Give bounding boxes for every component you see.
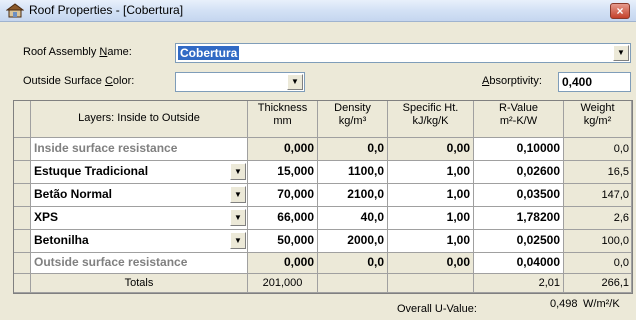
row-header[interactable] bbox=[14, 184, 31, 207]
col-header-specific-heat-unit: kJ/kg/K bbox=[412, 115, 449, 127]
col-header-thickness-title: Thickness bbox=[257, 102, 308, 114]
absorptivity-label: Absorptivity: bbox=[482, 75, 542, 87]
u-value-label: Overall U-Value: bbox=[397, 303, 477, 315]
col-header-weight-unit: kg/m² bbox=[583, 115, 612, 127]
col-header-weight: Weight kg/m² bbox=[564, 101, 632, 138]
surface-color-label-post: olor: bbox=[112, 75, 135, 87]
roof-name-label-post: ame: bbox=[107, 46, 132, 58]
surface-color-label: Outside Surface Color: bbox=[23, 75, 134, 87]
col-header-thickness: Thickness mm bbox=[248, 101, 318, 138]
surface-color-label-pre: Outside Surface bbox=[23, 75, 105, 87]
layer-name-cell: Outside surface resistance bbox=[31, 253, 248, 274]
thickness-cell[interactable]: 15,000 bbox=[248, 161, 318, 184]
col-header-r-value-unit: m²-K/W bbox=[499, 115, 538, 127]
thickness-cell: 0,000 bbox=[248, 138, 318, 161]
row-header bbox=[14, 274, 31, 293]
col-header-density-title: Density bbox=[334, 102, 371, 114]
total-weight: 266,1 bbox=[564, 274, 632, 293]
row-header[interactable] bbox=[14, 253, 31, 274]
thickness-cell[interactable]: 70,000 bbox=[248, 184, 318, 207]
row-header[interactable] bbox=[14, 138, 31, 161]
specific-heat-cell: 0,00 bbox=[388, 138, 474, 161]
chevron-down-icon[interactable]: ▼ bbox=[230, 186, 246, 203]
window-title: Roof Properties - [Cobertura] bbox=[29, 3, 184, 17]
layer-name: Betonilha bbox=[34, 233, 89, 247]
thickness-cell: 0,000 bbox=[248, 253, 318, 274]
layer-name: XPS bbox=[34, 210, 59, 224]
layer-select[interactable]: Betão Normal ▼ bbox=[31, 184, 248, 207]
absorptivity-label-post: bsorptivity: bbox=[489, 75, 542, 87]
layer-name: Estuque Tradicional bbox=[34, 164, 149, 178]
row-header[interactable] bbox=[14, 161, 31, 184]
weight-cell: 0,0 bbox=[564, 253, 632, 274]
thickness-cell[interactable]: 66,000 bbox=[248, 207, 318, 230]
thickness-cell[interactable]: 50,000 bbox=[248, 230, 318, 253]
specific-heat-cell[interactable]: 1,00 bbox=[388, 207, 474, 230]
density-cell[interactable]: 2100,0 bbox=[318, 184, 388, 207]
row-header[interactable] bbox=[14, 207, 31, 230]
col-header-thickness-unit: mm bbox=[273, 115, 292, 127]
specific-heat-cell[interactable]: 1,00 bbox=[388, 161, 474, 184]
chevron-down-icon[interactable]: ▼ bbox=[230, 232, 246, 249]
density-cell[interactable]: 2000,0 bbox=[318, 230, 388, 253]
chevron-down-icon[interactable]: ▼ bbox=[613, 45, 629, 61]
absorptivity-input[interactable]: 0,400 bbox=[558, 72, 631, 92]
close-icon[interactable]: × bbox=[610, 3, 630, 19]
surface-color-label-mnemonic: C bbox=[104, 75, 113, 87]
row-header[interactable] bbox=[14, 230, 31, 253]
col-header-density-unit: kg/m³ bbox=[338, 115, 367, 127]
total-r-value: 2,01 bbox=[474, 274, 564, 293]
r-value-cell[interactable]: 0,02600 bbox=[474, 161, 564, 184]
roof-name-label: Roof Assembly Name: bbox=[23, 46, 132, 58]
density-cell: 0,0 bbox=[318, 138, 388, 161]
surface-color-combobox[interactable]: ▼ bbox=[175, 72, 305, 92]
total-thickness: 201,000 bbox=[248, 274, 318, 293]
weight-cell: 16,5 bbox=[564, 161, 632, 184]
chevron-down-icon[interactable]: ▼ bbox=[230, 163, 246, 180]
u-value-unit: W/m²/K bbox=[583, 298, 620, 310]
roof-name-label-pre: Roof Assembly bbox=[23, 46, 100, 58]
total-density bbox=[318, 274, 388, 293]
r-value-cell[interactable]: 0,10000 bbox=[474, 138, 564, 161]
roof-app-icon bbox=[6, 3, 24, 18]
col-header-r-value-title: R-Value bbox=[499, 102, 538, 114]
u-value: 0,498 bbox=[550, 298, 578, 310]
layer-name-cell: Inside surface resistance bbox=[31, 138, 248, 161]
chevron-down-icon[interactable]: ▼ bbox=[230, 209, 246, 226]
density-cell[interactable]: 1100,0 bbox=[318, 161, 388, 184]
col-header-density: Density kg/m³ bbox=[318, 101, 388, 138]
specific-heat-cell[interactable]: 1,00 bbox=[388, 184, 474, 207]
specific-heat-cell[interactable]: 1,00 bbox=[388, 230, 474, 253]
grid-corner bbox=[14, 101, 31, 138]
density-cell: 0,0 bbox=[318, 253, 388, 274]
weight-cell: 100,0 bbox=[564, 230, 632, 253]
density-cell[interactable]: 40,0 bbox=[318, 207, 388, 230]
title-bar[interactable]: Roof Properties - [Cobertura] × bbox=[0, 0, 636, 22]
weight-cell: 0,0 bbox=[564, 138, 632, 161]
specific-heat-cell: 0,00 bbox=[388, 253, 474, 274]
r-value-cell[interactable]: 0,04000 bbox=[474, 253, 564, 274]
layer-name: Betão Normal bbox=[34, 187, 113, 201]
layer-select[interactable]: Betonilha ▼ bbox=[31, 230, 248, 253]
weight-cell: 147,0 bbox=[564, 184, 632, 207]
roof-name-combobox[interactable]: Cobertura ▼ bbox=[175, 43, 631, 63]
r-value-cell[interactable]: 1,78200 bbox=[474, 207, 564, 230]
layer-select[interactable]: XPS ▼ bbox=[31, 207, 248, 230]
col-header-r-value: R-Value m²-K/W bbox=[474, 101, 564, 138]
col-header-specific-heat: Specific Ht. kJ/kg/K bbox=[388, 101, 474, 138]
weight-cell: 2,6 bbox=[564, 207, 632, 230]
col-header-layers: Layers: Inside to Outside bbox=[31, 101, 248, 138]
layers-grid: Layers: Inside to Outside Thickness mm D… bbox=[13, 100, 633, 294]
total-specific-heat bbox=[388, 274, 474, 293]
roof-name-value[interactable]: Cobertura bbox=[178, 46, 240, 60]
r-value-cell[interactable]: 0,03500 bbox=[474, 184, 564, 207]
totals-label: Totals bbox=[31, 274, 248, 293]
col-header-weight-title: Weight bbox=[580, 102, 615, 114]
chevron-down-icon[interactable]: ▼ bbox=[287, 74, 303, 90]
layer-select[interactable]: Estuque Tradicional ▼ bbox=[31, 161, 248, 184]
col-header-specific-heat-title: Specific Ht. bbox=[402, 102, 459, 114]
r-value-cell[interactable]: 0,02500 bbox=[474, 230, 564, 253]
